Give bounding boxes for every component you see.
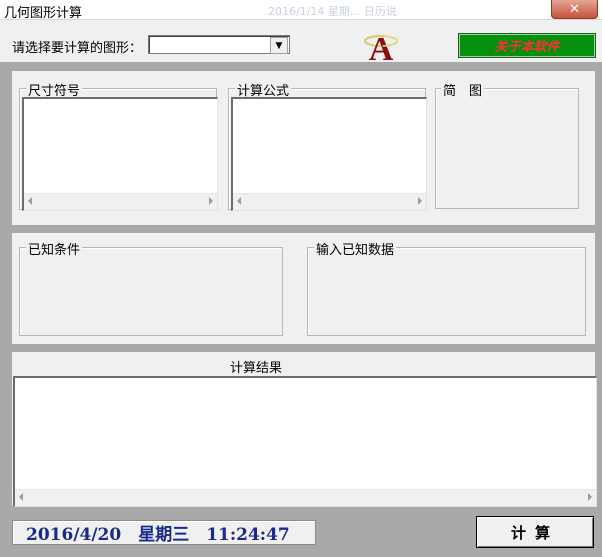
- scroll-left-icon[interactable]: [19, 493, 23, 501]
- chevron-down-icon[interactable]: ▼: [270, 37, 288, 54]
- scroll-right-icon[interactable]: [418, 197, 422, 205]
- scroll-left-icon[interactable]: [237, 197, 241, 205]
- scroll-left-icon[interactable]: [28, 197, 32, 205]
- shape-select-label: 请选择要计算的图形：: [12, 41, 143, 56]
- result-text-area[interactable]: [13, 376, 597, 507]
- window-title: 几何图形计算: [4, 6, 83, 21]
- input-known-data-group: 输入已知数据: [307, 239, 586, 336]
- formula-list[interactable]: [231, 97, 427, 211]
- scroll-right-icon[interactable]: [209, 197, 213, 205]
- known-conditions-legend: 已知条件: [26, 239, 83, 258]
- datetime-display: 2016/4/20 星期三 11:24:47: [12, 520, 316, 545]
- background-window-hint: 2016/1/14 星期... 日历说: [268, 5, 397, 18]
- logo-icon: A: [364, 31, 398, 64]
- input-panel: 已知条件 输入已知数据: [12, 233, 595, 344]
- close-button[interactable]: ✕: [551, 0, 598, 19]
- diagram-group: 简 图: [435, 80, 579, 209]
- input-known-data-legend: 输入已知数据: [314, 239, 397, 258]
- formula-hscroll[interactable]: [233, 193, 426, 210]
- about-button[interactable]: 关于本软件: [458, 33, 596, 58]
- known-conditions-group: 已知条件: [19, 239, 283, 336]
- result-hscroll[interactable]: [15, 489, 596, 506]
- logo-letter: A: [369, 31, 394, 64]
- size-symbols-group: 尺寸符号: [19, 80, 218, 211]
- diagram-legend: 简 图: [441, 80, 485, 99]
- size-symbols-list[interactable]: [22, 97, 218, 211]
- compute-button[interactable]: 计算: [476, 516, 594, 548]
- scroll-right-icon[interactable]: [588, 493, 592, 501]
- shape-select[interactable]: ▼: [148, 35, 290, 54]
- result-label: 计算结果: [229, 361, 282, 376]
- formula-group: 计算公式: [228, 80, 427, 211]
- close-icon: ✕: [569, 1, 580, 17]
- display-panel: 尺寸符号 计算公式 简 图: [12, 71, 595, 225]
- size-symbols-hscroll[interactable]: [24, 193, 217, 210]
